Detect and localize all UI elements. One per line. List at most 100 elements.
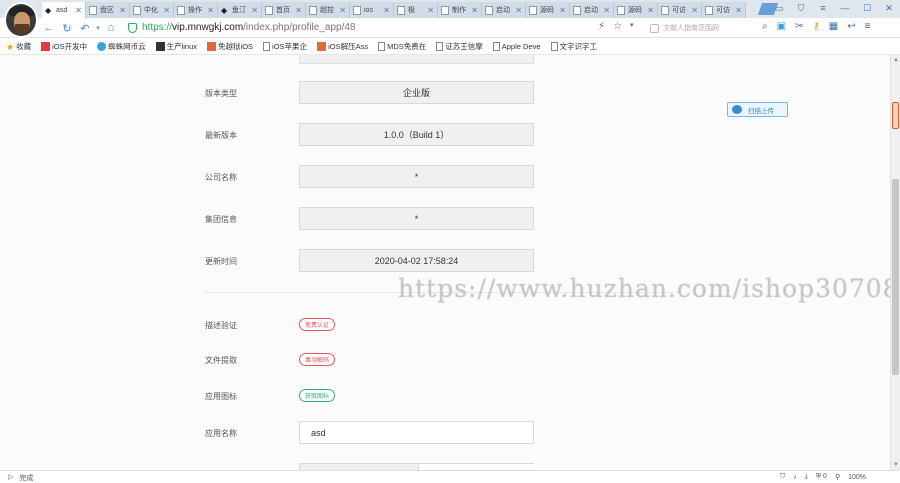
- scroll-down-icon[interactable]: ▼: [893, 462, 899, 468]
- scroll-up-icon[interactable]: ▲: [893, 57, 899, 63]
- bookmark-star-icon[interactable]: ☆: [613, 21, 622, 32]
- security-count-icon[interactable]: ⛨ 0: [816, 473, 827, 481]
- readonly-field: *: [299, 165, 534, 188]
- tab-1[interactable]: 盘区 ✕: [86, 2, 130, 18]
- more-menu-icon[interactable]: ≡: [865, 21, 871, 32]
- close-tab-icon[interactable]: ✕: [735, 6, 742, 15]
- close-tab-icon[interactable]: ✕: [515, 6, 522, 15]
- reload-button[interactable]: ↻: [60, 21, 74, 35]
- tab-14[interactable]: 可访 ✕: [658, 2, 702, 18]
- readonly-field: 1.0.0（Build 1）: [299, 123, 534, 146]
- close-tab-icon[interactable]: ✕: [251, 6, 258, 15]
- tab-8[interactable]: 极 ✕: [394, 2, 438, 18]
- bookmark-item[interactable]: 免越狱iOS: [207, 41, 253, 52]
- user-avatar[interactable]: [4, 2, 38, 38]
- status-badge[interactable]: 获取图标: [299, 389, 336, 402]
- bookmark-item[interactable]: iOS苹果企: [263, 41, 307, 52]
- download-icon[interactable]: ⤓: [805, 473, 808, 481]
- close-tab-icon[interactable]: ✕: [471, 6, 478, 15]
- tab-15[interactable]: 可访 ✕: [702, 2, 746, 18]
- bookmark-item[interactable]: iOS解压Ass: [317, 41, 368, 52]
- lightning-icon[interactable]: ⚡: [598, 21, 605, 32]
- vertical-scrollbar[interactable]: ▲ ▼: [890, 55, 900, 470]
- dropdown-icon[interactable]: ▾: [630, 21, 634, 32]
- minimize-button[interactable]: —: [838, 1, 852, 15]
- tab-9[interactable]: 制作 ✕: [438, 2, 482, 18]
- scroll-thumb[interactable]: [892, 179, 899, 375]
- tab-label: 启动: [496, 7, 510, 14]
- scan-upload-button[interactable]: 扫描上传: [727, 102, 788, 117]
- tab-label: 盘区: [100, 7, 114, 14]
- row-label: 版本类型: [205, 89, 237, 98]
- tab-4[interactable]: ◆ 鱼汀 ✕: [218, 2, 262, 18]
- tab-label: ios: [364, 6, 373, 14]
- bookmark-item[interactable]: 蜘蛛网币云: [97, 41, 146, 52]
- search-icon[interactable]: ⌕: [762, 21, 768, 32]
- tab-2[interactable]: 中化 ✕: [130, 2, 174, 18]
- bookmark-favicon-icon: [263, 41, 271, 51]
- close-tab-icon[interactable]: ✕: [163, 6, 170, 15]
- page-icon: [397, 5, 405, 15]
- close-window-button[interactable]: ✕: [882, 1, 896, 15]
- bookmark-item[interactable]: iOS开发中: [41, 41, 87, 52]
- skin-icon[interactable]: ▭: [772, 1, 786, 15]
- status-bar: ▷ 完成 ⛉ ♪ ⤓ ⛨ 0 ⚲ 100%: [0, 470, 900, 483]
- tab-5[interactable]: 首页 ✕: [262, 2, 306, 18]
- bookmark-item[interactable]: ★ 收藏: [6, 41, 31, 52]
- tab-7[interactable]: ios ✕: [350, 2, 394, 18]
- zoom-level[interactable]: 100%: [848, 474, 866, 481]
- close-tab-icon[interactable]: ✕: [647, 6, 654, 15]
- tab-3[interactable]: 操作 ✕: [174, 2, 218, 18]
- bookmark-item[interactable]: 生产linux: [155, 41, 197, 52]
- tab-strip: ◆ asd ✕ 盘区 ✕ 中化 ✕ 操作 ✕ ◆ 鱼汀 ✕ 首页 ✕ 超控 ✕ ios ✕ 极 ✕ 制作 ✕ 启动 ✕ 源码 ✕ 启…: [42, 2, 746, 18]
- close-tab-icon[interactable]: ✕: [295, 6, 302, 15]
- app-name-input[interactable]: asd: [299, 421, 534, 444]
- extension-icon[interactable]: ▣: [777, 21, 786, 32]
- readonly-field: 企业版: [299, 81, 534, 104]
- undo-dropdown-icon[interactable]: ▾: [91, 21, 105, 35]
- speaker-icon[interactable]: ♪: [793, 474, 797, 481]
- page-icon: [309, 5, 317, 15]
- close-tab-icon[interactable]: ✕: [603, 6, 610, 15]
- bookmark-item[interactable]: 文字识字工: [550, 41, 597, 52]
- tab-11[interactable]: 源码 ✕: [526, 2, 570, 18]
- tab-label: 超控: [320, 7, 334, 14]
- tab-label: 可访: [716, 7, 730, 14]
- key-icon[interactable]: ⚷: [812, 21, 819, 32]
- status-badge[interactable]: 免费认证: [299, 318, 336, 331]
- home-icon[interactable]: ⌂: [104, 21, 118, 35]
- close-tab-icon[interactable]: ✕: [383, 6, 390, 15]
- grid-icon[interactable]: ▦: [829, 21, 838, 32]
- maximize-button[interactable]: ☐: [860, 1, 874, 15]
- status-badge[interactable]: 毒动解码: [299, 353, 336, 366]
- tab-0[interactable]: ◆ asd ✕: [42, 2, 86, 18]
- close-tab-icon[interactable]: ✕: [119, 6, 126, 15]
- undo-icon[interactable]: ↶: [78, 21, 92, 35]
- close-tab-icon[interactable]: ✕: [207, 6, 214, 15]
- bookmark-item[interactable]: MDS免费在: [378, 41, 426, 52]
- tab-10[interactable]: 启动 ✕: [482, 2, 526, 18]
- bookmark-item[interactable]: 证苏王信摩: [436, 41, 483, 52]
- scissors-icon[interactable]: ✂: [795, 21, 803, 32]
- tab-13[interactable]: 源码 ✕: [614, 2, 658, 18]
- close-tab-icon[interactable]: ✕: [427, 6, 434, 15]
- undo-history-icon[interactable]: ↩: [847, 21, 855, 32]
- play-icon[interactable]: ▷: [8, 473, 13, 483]
- zoom-icon[interactable]: ⚲: [835, 473, 840, 481]
- shirt-icon[interactable]: ⛉: [794, 1, 808, 15]
- close-tab-icon[interactable]: ✕: [559, 6, 566, 15]
- tab-12[interactable]: 启动 ✕: [570, 2, 614, 18]
- back-button[interactable]: ←: [42, 21, 56, 35]
- bookmark-item[interactable]: Apple Deve: [492, 41, 541, 51]
- close-tab-icon[interactable]: ✕: [691, 6, 698, 15]
- tab-6[interactable]: 超控 ✕: [306, 2, 350, 18]
- check-label: 文件提取: [205, 356, 237, 365]
- readonly-field: 2020-04-02 17:58:24: [299, 249, 534, 272]
- bookmark-favicon-icon: [550, 41, 558, 51]
- close-tab-icon[interactable]: ✕: [75, 6, 82, 15]
- search-input[interactable]: 文献人指南范围网: [650, 21, 780, 35]
- shield-status-icon[interactable]: ⛉: [780, 473, 785, 481]
- address-input[interactable]: https://vip.mnwgkj.com/index.php/profile…: [142, 22, 355, 33]
- close-tab-icon[interactable]: ✕: [339, 6, 346, 15]
- menu-icon[interactable]: ≡: [816, 1, 830, 15]
